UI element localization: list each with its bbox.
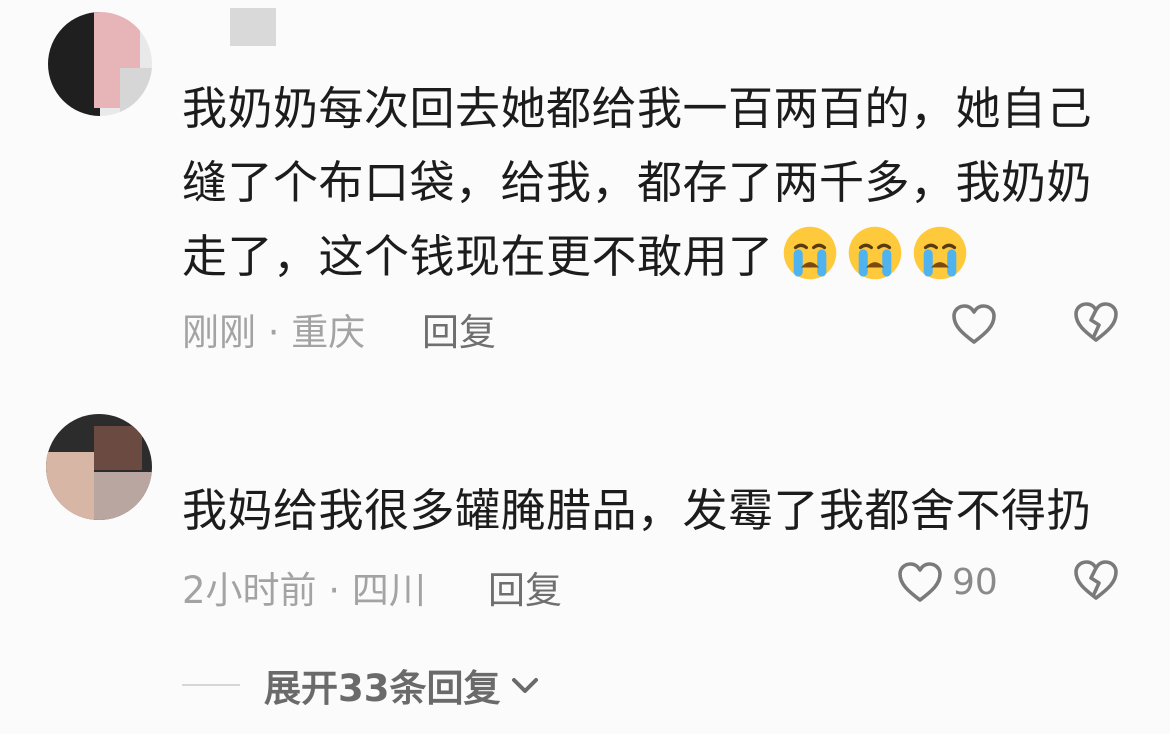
like-button[interactable]: 90 — [896, 558, 998, 606]
username-redacted[interactable] — [230, 8, 276, 46]
avatar[interactable] — [48, 12, 152, 116]
comment-meta: 刚刚 · 重庆 — [182, 311, 366, 354]
loudly-crying-face-emoji — [783, 226, 836, 280]
comment-text: 我妈给我很多罐腌腊品，发霉了我都舍不得扔 — [182, 474, 1122, 548]
heart-outline-icon — [898, 562, 942, 602]
broken-heart-icon — [1074, 560, 1118, 600]
comment-text: 我奶奶每次回去她都给我一百两百的，她自己缝了个布口袋，给我，都存了两千多，我奶奶… — [182, 72, 1122, 294]
loudly-crying-face-emoji — [848, 226, 901, 280]
expand-replies[interactable]: 展开33条回复 — [182, 660, 543, 710]
heart-outline-icon — [952, 304, 996, 344]
like-button[interactable] — [950, 300, 998, 348]
reply-button[interactable]: 回复 — [422, 302, 496, 356]
like-count: 90 — [952, 561, 998, 603]
chevron-down-icon — [511, 678, 538, 693]
broken-heart-icon — [1074, 302, 1118, 342]
loudly-crying-face-emoji — [913, 226, 966, 280]
expand-replies-label[interactable]: 展开33条回复 — [264, 658, 501, 712]
dislike-button[interactable] — [1072, 300, 1120, 348]
comment-text-content: 我妈给我很多罐腌腊品，发霉了我都舍不得扔 — [182, 484, 1093, 537]
comment-meta: 2小时前 · 四川 — [182, 569, 426, 612]
avatar[interactable] — [46, 414, 152, 520]
divider — [182, 684, 240, 686]
reply-button[interactable]: 回复 — [488, 560, 562, 614]
dislike-button[interactable] — [1072, 558, 1120, 606]
